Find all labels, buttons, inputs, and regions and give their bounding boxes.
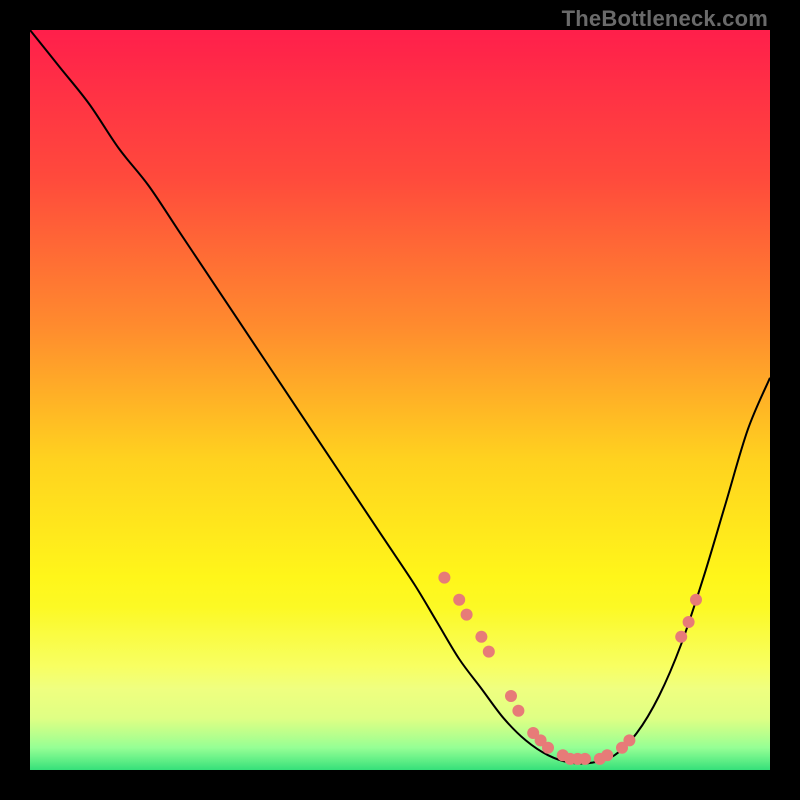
haze-band	[30, 607, 770, 770]
curve-dot	[683, 616, 695, 628]
watermark-text: TheBottleneck.com	[562, 6, 768, 32]
curve-dot	[542, 742, 554, 754]
curve-dot	[512, 705, 524, 717]
curve-dot	[475, 631, 487, 643]
curve-dot	[438, 572, 450, 584]
curve-dot	[505, 690, 517, 702]
curve-dot	[675, 631, 687, 643]
curve-dot	[579, 753, 591, 765]
curve-dot	[623, 734, 635, 746]
chart-frame	[30, 30, 770, 770]
bottleneck-chart	[30, 30, 770, 770]
curve-dot	[461, 609, 473, 621]
curve-dot	[453, 594, 465, 606]
curve-dot	[690, 594, 702, 606]
curve-dot	[601, 749, 613, 761]
curve-dot	[483, 646, 495, 658]
